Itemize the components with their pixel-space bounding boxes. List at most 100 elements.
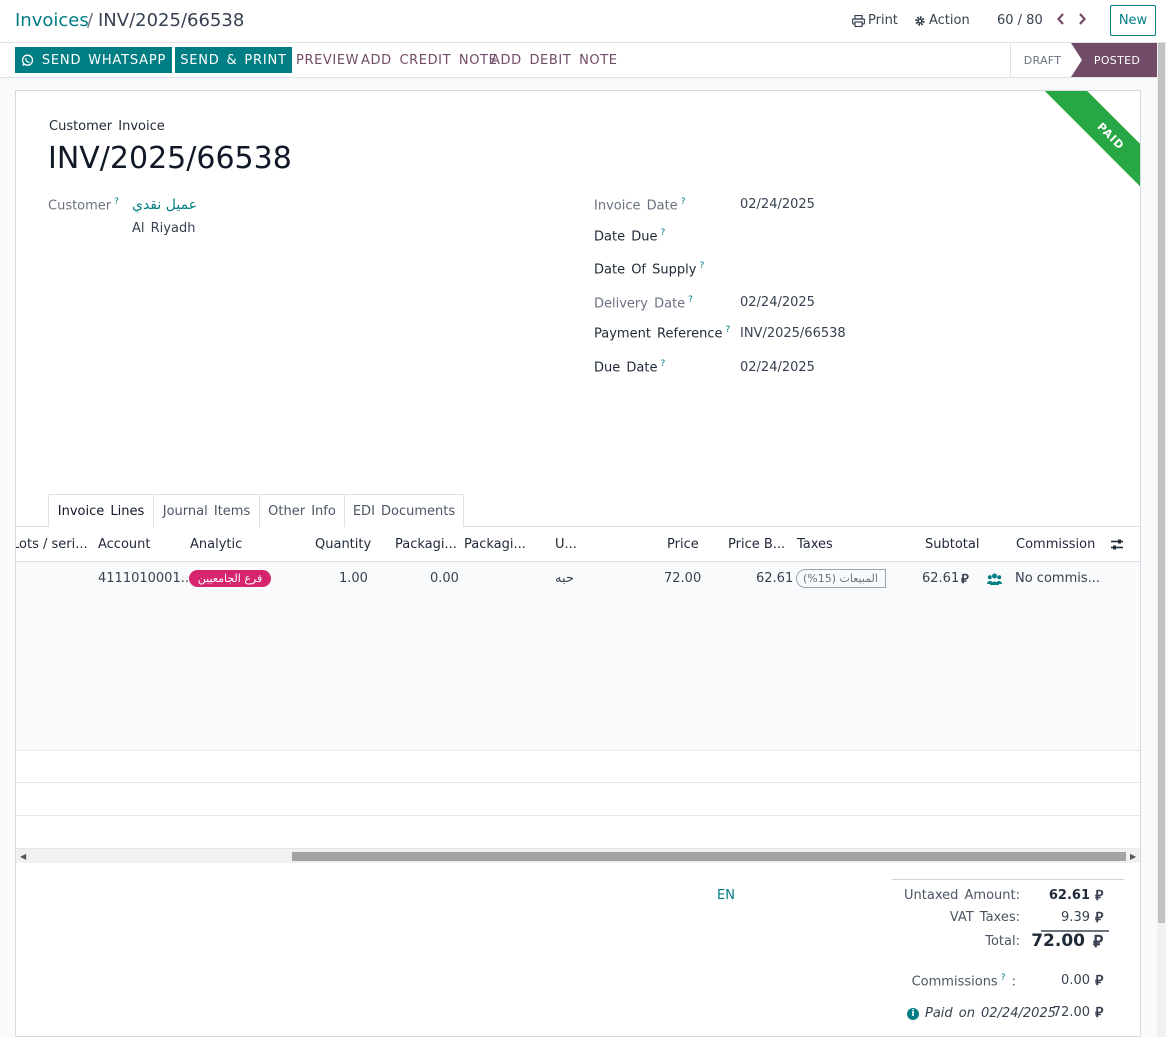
column-lots[interactable]: Lots / seri... [16,537,88,552]
column-quantity[interactable]: Quantity [315,537,371,552]
stage-draft[interactable]: DRAFT [1010,43,1074,77]
column-account[interactable]: Account [98,537,151,552]
stage-posted-label: POSTED [1093,53,1141,67]
payment-reference-value[interactable]: INV/2025/66538 [740,326,846,341]
send-whatsapp-button[interactable]: SEND WHATSAPP [15,47,172,73]
language-switcher[interactable]: EN [717,888,735,903]
customer-field-label: Customer? [48,197,119,213]
customer-label: Customer [48,198,112,214]
cell-account[interactable]: 4111010001... [98,571,193,586]
cell-commission[interactable]: No commis... [1015,571,1100,586]
cell-quantity[interactable]: 1.00 [339,571,368,586]
add-credit-note-button[interactable]: ADD CREDIT NOTE [361,53,497,68]
analytic-badge[interactable]: فرع الجامعيين [189,570,271,587]
column-subtotal[interactable]: Subtotal [925,537,979,552]
column-taxes[interactable]: Taxes [797,537,833,552]
delivery-date-label: Delivery Date [594,296,686,312]
cell-price[interactable]: 72.00 [664,571,701,586]
date-of-supply-field-label: Date Of Supply? [594,261,704,277]
tab-other-info[interactable]: Other Info [259,494,345,527]
chevron-right-icon[interactable] [1075,10,1089,28]
breadcrumb-invoices-link[interactable]: Invoices [15,10,89,31]
new-button[interactable]: New [1110,5,1156,36]
help-icon[interactable]: ? [681,197,686,207]
pager-value[interactable]: 60 / 80 [997,13,1043,28]
send-print-button[interactable]: SEND & PRINT [175,47,292,73]
help-icon[interactable]: ? [660,228,665,238]
print-button[interactable]: Print [852,13,898,28]
analytic-label: فرع الجامعيين [197,572,263,585]
cell-price-before[interactable]: 62.61 [756,571,793,586]
optional-columns-icon[interactable] [1110,538,1124,551]
delivery-date-value[interactable]: 02/24/2025 [740,295,815,310]
date-due-field-label: Date Due? [594,228,665,244]
whatsapp-icon [21,54,34,66]
commissions-field-label: Commissions? : [911,973,1016,990]
add-debit-note-button[interactable]: ADD DEBIT NOTE [491,53,618,68]
help-icon[interactable]: ? [699,261,704,271]
help-icon[interactable]: ? [1001,973,1006,983]
invoice-number-title: INV/2025/66538 [48,141,292,176]
help-icon[interactable]: ? [688,295,693,305]
help-icon[interactable]: ? [114,197,119,207]
riyal-icon: ⃁ [961,572,969,587]
date-of-supply-label: Date Of Supply [594,262,697,278]
riyal-icon: ⃁ [1095,888,1104,904]
riyal-icon: ⃁ [1095,973,1104,989]
tax-label: المبيعات (15%) [803,572,878,585]
column-analytic[interactable]: Analytic [190,537,242,552]
column-price-before[interactable]: Price B... [728,537,785,552]
scroll-right-icon[interactable]: ▶ [1130,852,1136,861]
due-date-value[interactable]: 02/24/2025 [740,360,815,375]
invoice-date-value[interactable]: 02/24/2025 [740,197,815,212]
due-date-label: Due Date [594,360,658,376]
total-value: 72.00 [1031,931,1085,951]
invoice-lines-header: Lots / seri... Account Analytic Quantity… [16,527,1140,562]
table-row[interactable]: 4111010001... فرع الجامعيين 1.00 0.00 حب… [16,562,1140,595]
vat-taxes-label: VAT Taxes: [949,910,1020,925]
horizontal-scrollbar[interactable]: ◀ ▶ [16,848,1140,863]
customer-name-link[interactable]: عميل نقدي [132,197,197,213]
invoice-lines-body: 4111010001... فرع الجامعيين 1.00 0.00 حب… [16,562,1140,750]
status-bar: SEND WHATSAPP SEND & PRINT PREVIEW ADD C… [0,43,1166,78]
payment-reference-label: Payment Reference [594,326,723,342]
cell-subtotal: 62.61 [922,571,960,586]
commissions-value: 0.00 [1061,973,1090,988]
untaxed-amount-value: 62.61 [1048,888,1090,903]
printer-icon [852,14,865,27]
vertical-scrollbar[interactable] [1157,43,1166,1037]
help-icon[interactable]: ? [660,359,665,369]
payment-reference-field-label: Payment Reference? [594,325,730,341]
cell-packaging-qty[interactable]: 0.00 [430,571,459,586]
tab-invoice-lines[interactable]: Invoice Lines [48,494,154,528]
column-packaging[interactable]: Packagi... [464,537,526,552]
print-label: Print [868,13,898,28]
chevron-left-icon[interactable] [1054,10,1068,28]
empty-row-divider [16,815,1140,816]
column-commission[interactable]: Commission [1016,537,1095,552]
scroll-left-icon[interactable]: ◀ [20,852,26,861]
paid-ribbon-label: PAID [1026,91,1140,221]
vat-taxes-value: 9.39 [1061,910,1090,925]
tab-edi-documents[interactable]: EDI Documents [344,494,464,527]
paid-amount-value: 72.00 [1052,1005,1090,1020]
column-uom[interactable]: U... [555,537,577,552]
help-icon[interactable]: ? [726,325,731,335]
info-icon[interactable]: i [907,1007,919,1020]
riyal-icon: ⃁ [1093,932,1104,952]
stage-posted[interactable]: POSTED [1071,43,1157,77]
form-sheet: PAID Customer Invoice INV/2025/66538 Cus… [15,90,1141,1037]
scrollbar-thumb[interactable] [292,852,1126,861]
gear-icon [915,15,925,26]
action-button[interactable]: Action [914,13,970,28]
date-due-label: Date Due [594,229,658,245]
column-price[interactable]: Price [667,537,699,552]
tax-tag[interactable]: المبيعات (15%) [796,569,886,588]
tab-journal-items[interactable]: Journal Items [153,494,260,527]
users-icon[interactable] [987,573,1002,585]
column-packaging-qty[interactable]: Packagi... [395,537,457,552]
vertical-scrollbar-thumb[interactable] [1158,43,1165,923]
cell-uom[interactable]: حبه [555,571,574,586]
preview-button[interactable]: PREVIEW [296,53,359,68]
payment-line: i Paid on 02/24/2025 [907,1006,1056,1021]
